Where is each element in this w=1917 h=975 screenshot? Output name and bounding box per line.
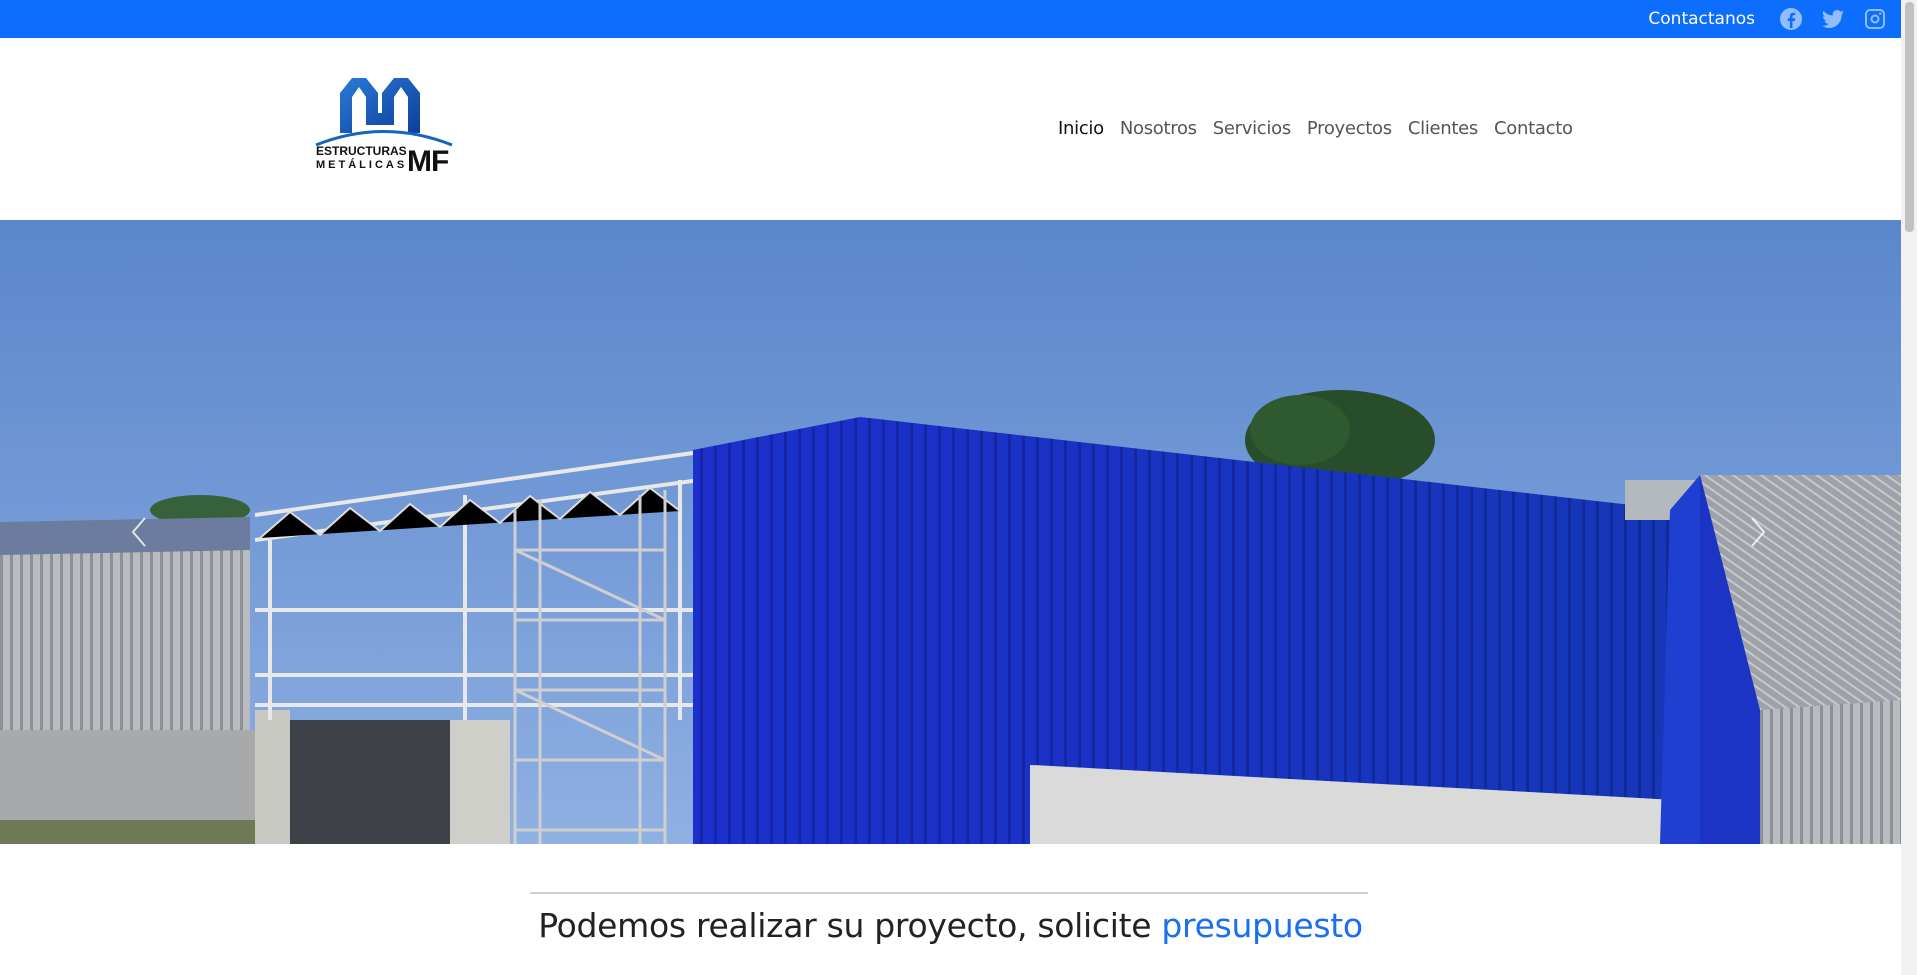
- nav-item-contacto[interactable]: Contacto: [1486, 118, 1581, 139]
- cta-quote-link[interactable]: presupuesto: [1161, 906, 1363, 945]
- chevron-right-icon: [1751, 517, 1766, 547]
- facebook-icon[interactable]: [1779, 7, 1803, 31]
- hero-slide-image: [0, 220, 1901, 844]
- contact-link[interactable]: Contactanos: [1648, 9, 1755, 29]
- cta-heading: Podemos realizar su proyecto, solicite p…: [0, 906, 1901, 945]
- page-scrollbar[interactable]: [1901, 0, 1917, 975]
- cta-text: Podemos realizar su proyecto, solicite: [538, 906, 1162, 945]
- carousel-next-button[interactable]: [1742, 512, 1772, 552]
- nav-item-clientes[interactable]: Clientes: [1400, 118, 1486, 139]
- nav-item-nosotros[interactable]: Nosotros: [1112, 118, 1205, 139]
- nav-item-proyectos[interactable]: Proyectos: [1299, 118, 1400, 139]
- logo-line1: ESTRUCTURAS: [316, 144, 407, 158]
- cta-section: Podemos realizar su proyecto, solicite p…: [0, 844, 1901, 975]
- carousel-prev-button[interactable]: [125, 512, 155, 552]
- section-divider: [530, 892, 1368, 894]
- top-bar: Contactanos: [0, 0, 1901, 38]
- scrollbar-thumb[interactable]: [1905, 2, 1914, 232]
- hero-carousel: [0, 220, 1901, 844]
- nav-item-inicio[interactable]: Inicio: [1050, 118, 1112, 139]
- instagram-icon[interactable]: [1863, 7, 1887, 31]
- company-logo[interactable]: ESTRUCTURAS METÁLICAS MF: [312, 73, 457, 183]
- main-nav: Inicio Nosotros Servicios Proyectos Clie…: [1050, 118, 1581, 139]
- chevron-left-icon: [131, 517, 146, 547]
- site-header: ESTRUCTURAS METÁLICAS MF Inicio Nosotros…: [0, 38, 1901, 220]
- twitter-icon[interactable]: [1821, 7, 1845, 31]
- logo-brand: MF: [407, 145, 449, 178]
- nav-item-servicios[interactable]: Servicios: [1205, 118, 1299, 139]
- logo-line2: METÁLICAS: [316, 159, 408, 171]
